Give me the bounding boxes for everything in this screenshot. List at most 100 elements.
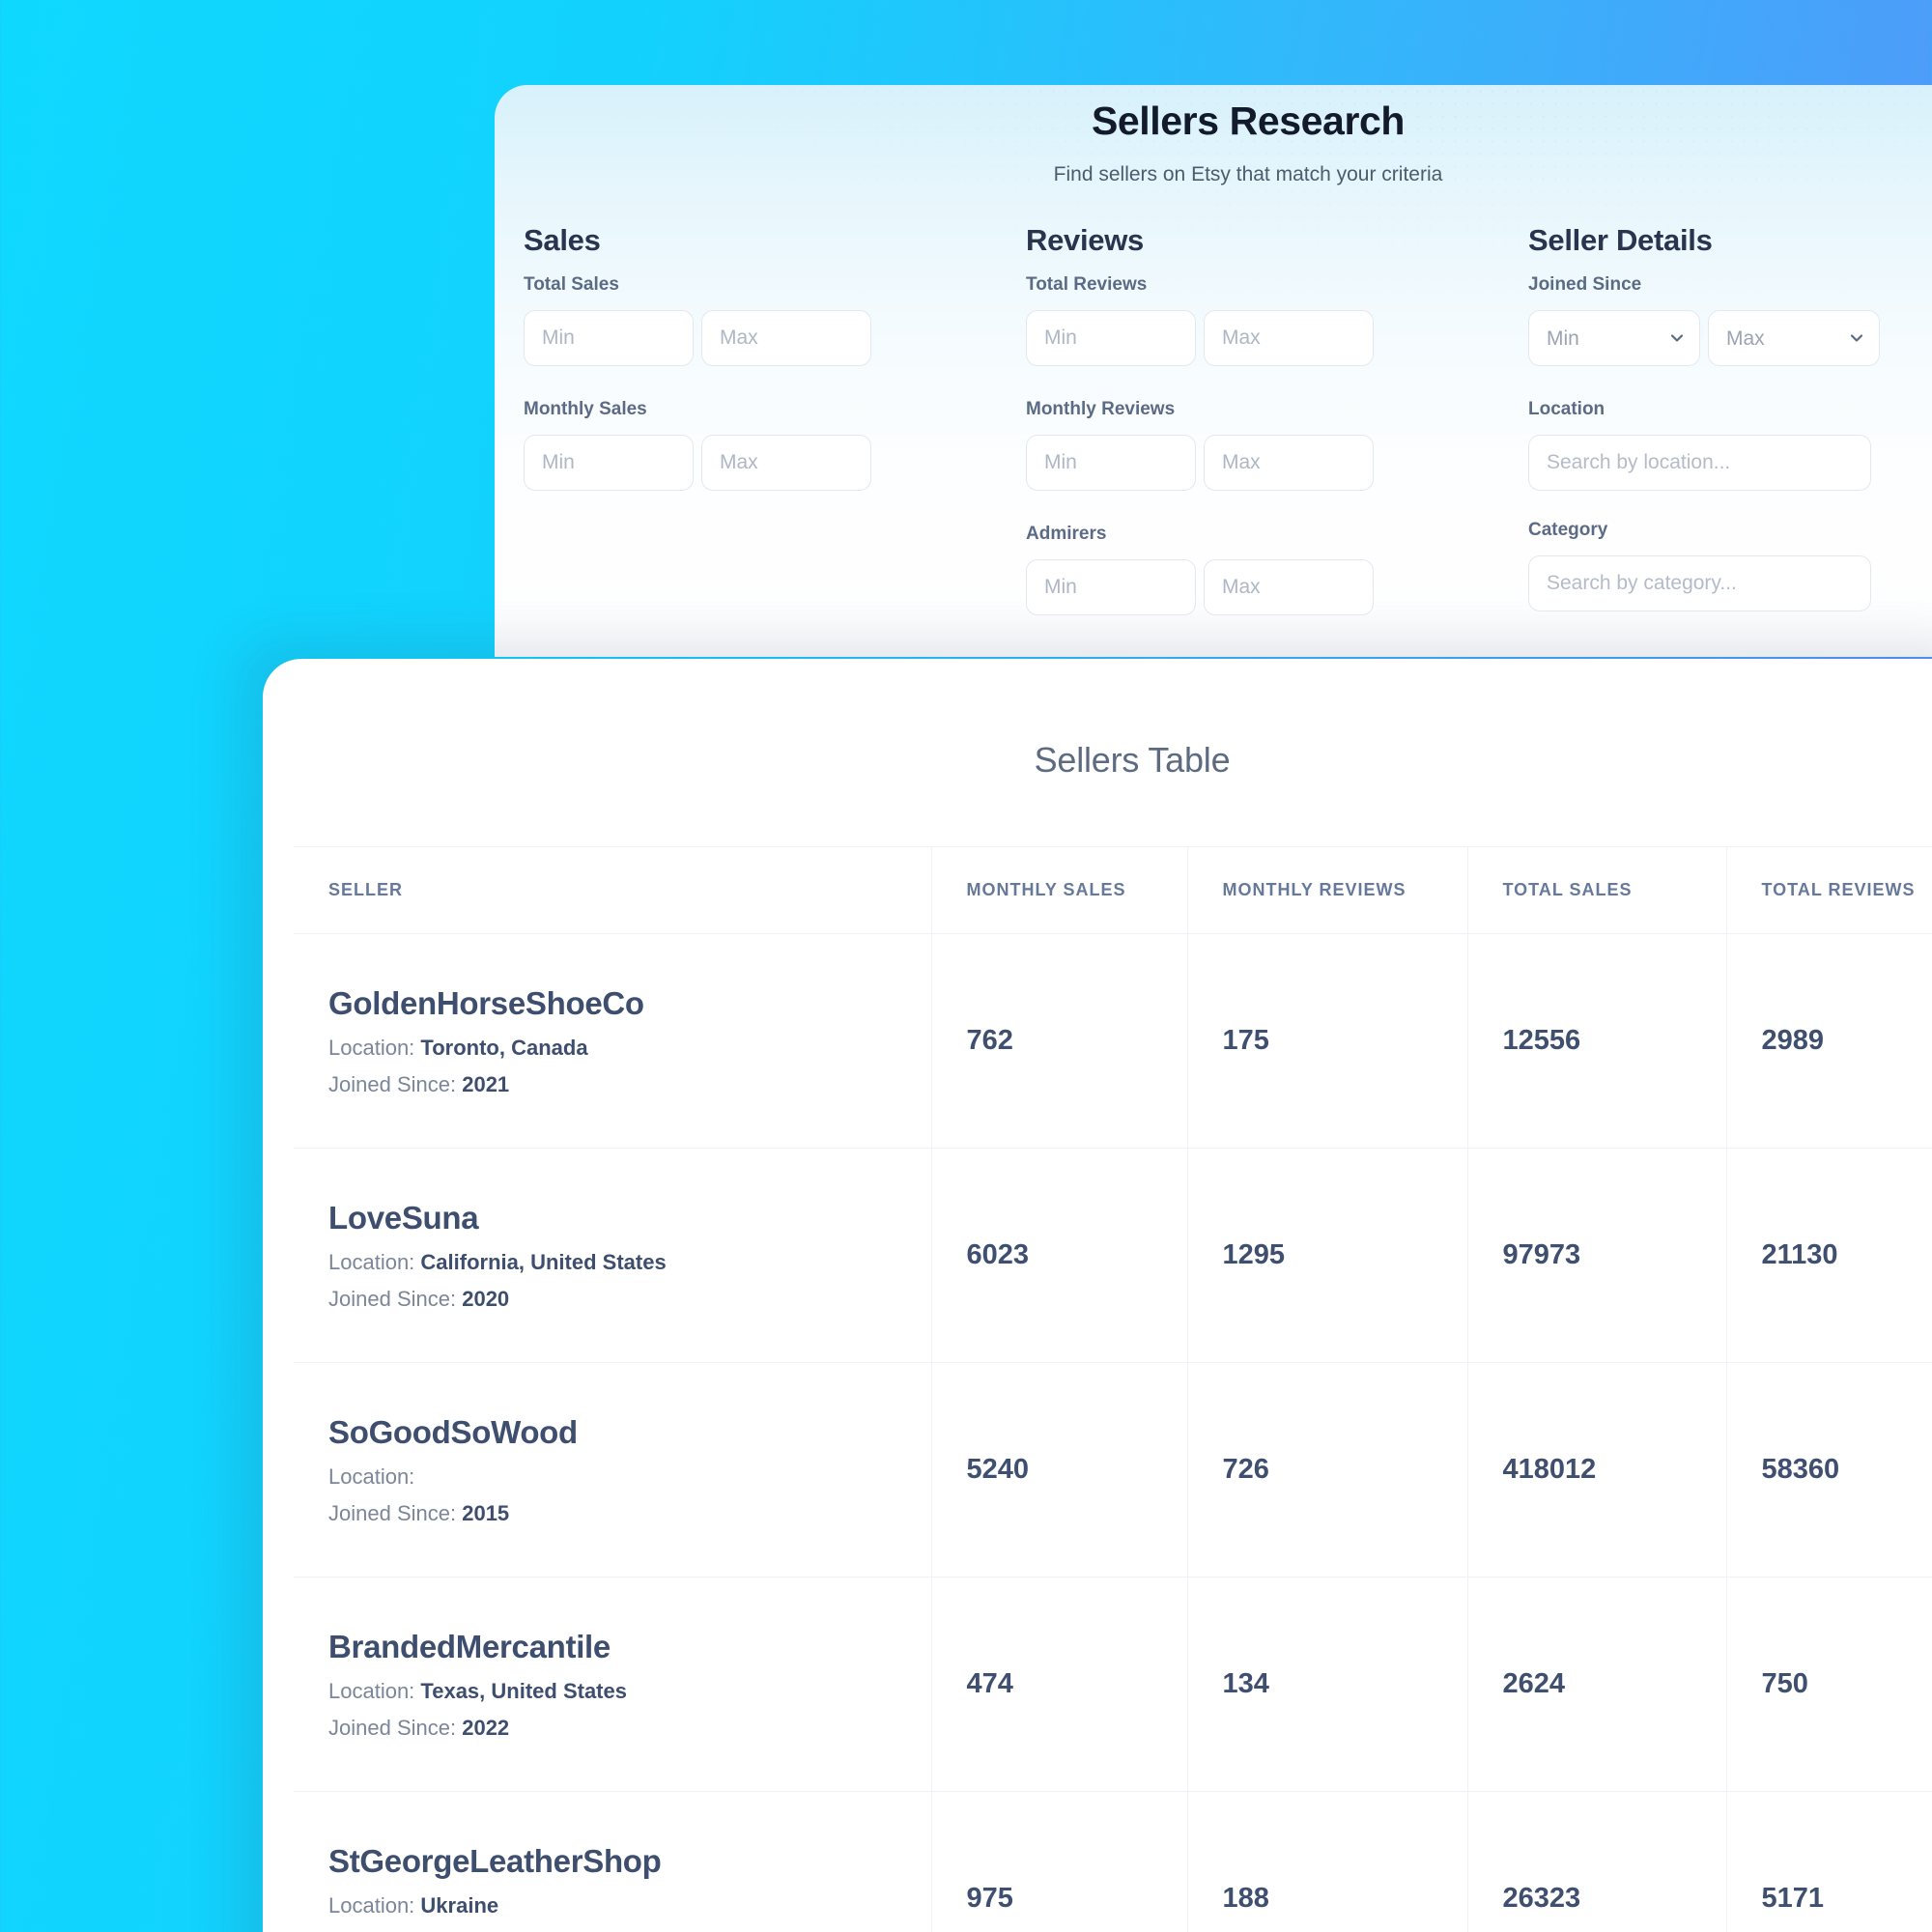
joined-since-max-select[interactable]: Max: [1708, 310, 1880, 366]
joined-since-min-select[interactable]: Min: [1528, 310, 1700, 366]
cell-monthly-reviews: 726: [1186, 1362, 1467, 1577]
column-header-monthly-reviews[interactable]: MONTHLY REVIEWS: [1186, 846, 1467, 934]
seller-location: Location: Ukraine: [328, 1893, 931, 1918]
joined-value: 2021: [462, 1071, 510, 1096]
joined-since-min-select-wrap: Min: [1528, 310, 1700, 366]
cell-seller: StGeorgeLeatherShop Location: Ukraine Jo…: [294, 1791, 931, 1932]
label-monthly-reviews: Monthly Reviews: [1026, 399, 1176, 419]
cell-monthly-reviews: 1295: [1186, 1148, 1467, 1363]
filter-field-category: Category: [1528, 520, 1932, 611]
joined-value: 2022: [462, 1715, 510, 1740]
location-value: California, United States: [420, 1249, 667, 1274]
sellers-table: SELLER MONTHLY SALES MONTHLY REVIEWS TOT…: [294, 846, 1932, 1932]
column-header-monthly-sales[interactable]: MONTHLY SALES: [930, 846, 1187, 934]
table-header: SELLER MONTHLY SALES MONTHLY REVIEWS TOT…: [294, 846, 1932, 934]
minmax-row-monthly-reviews: [1026, 435, 1528, 491]
seller-name: StGeorgeLeatherShop: [328, 1842, 662, 1879]
filter-field-admirers: Admirers: [1026, 524, 1528, 615]
monthly-reviews-min-input[interactable]: [1026, 435, 1196, 491]
filter-panel-card: Sellers Research Find sellers on Etsy th…: [495, 85, 1932, 657]
cell-monthly-reviews: 188: [1186, 1791, 1467, 1932]
seller-name: GoldenHorseShoeCo: [328, 984, 644, 1021]
seller-name: LoveSuna: [328, 1199, 479, 1236]
monthly-sales-max-input[interactable]: [701, 435, 871, 491]
joined-value: 2020: [462, 1286, 510, 1311]
table-row[interactable]: GoldenHorseShoeCo Location: Toronto, Can…: [294, 933, 1932, 1149]
filter-panel-header: Sellers Research Find sellers on Etsy th…: [495, 85, 1932, 186]
label-monthly-sales: Monthly Sales: [524, 399, 647, 419]
label-total-sales: Total Sales: [524, 274, 619, 295]
filters-grid: Sales Total Sales Monthly Sales Reviews: [495, 223, 1932, 648]
label-total-reviews: Total Reviews: [1026, 274, 1148, 295]
cell-total-sales: 2624: [1466, 1577, 1726, 1792]
page-title: Sellers Research: [1091, 99, 1406, 143]
seller-location: Location: California, United States: [328, 1250, 931, 1275]
seller-location: Location: Texas, United States: [328, 1679, 931, 1704]
page-subtitle: Find sellers on Etsy that match your cri…: [1053, 163, 1443, 185]
total-sales-min-input[interactable]: [524, 310, 694, 366]
location-value: Texas, United States: [420, 1678, 627, 1703]
column-header-seller[interactable]: SELLER: [294, 846, 931, 934]
table-row[interactable]: LoveSuna Location: California, United St…: [294, 1148, 1932, 1363]
cell-monthly-reviews: 134: [1186, 1577, 1467, 1792]
filter-column-sales: Sales Total Sales Monthly Sales: [524, 223, 1026, 648]
filter-field-monthly-reviews: Monthly Reviews: [1026, 399, 1528, 491]
seller-joined-since: Joined Since: 2021: [328, 1072, 931, 1097]
seller-name: SoGoodSoWood: [328, 1413, 578, 1450]
cell-total-sales: 418012: [1466, 1362, 1726, 1577]
filter-column-reviews: Reviews Total Reviews Monthly Reviews Ad…: [1026, 223, 1528, 648]
filter-group-title-seller-details: Seller Details: [1528, 223, 1713, 257]
joined-prefix-label: Joined Since:: [328, 1715, 457, 1740]
seller-joined-since: Joined Since: 2020: [328, 1287, 931, 1312]
minmax-row-total-sales: [524, 310, 1026, 366]
cell-seller: BrandedMercantile Location: Texas, Unite…: [294, 1577, 931, 1792]
filter-group-title-reviews: Reviews: [1026, 223, 1144, 257]
location-search-input[interactable]: [1528, 435, 1871, 491]
filter-field-joined-since: Joined Since Min Max: [1528, 274, 1932, 366]
seller-joined-since: Joined Since: 2022: [328, 1716, 931, 1741]
location-value: Ukraine: [420, 1892, 499, 1918]
cell-monthly-sales: 762: [930, 933, 1187, 1149]
cell-total-reviews: 58360: [1725, 1362, 1932, 1577]
location-prefix-label: Location:: [328, 1892, 415, 1918]
filter-field-total-sales: Total Sales: [524, 274, 1026, 366]
location-value: Toronto, Canada: [420, 1035, 588, 1060]
admirers-max-input[interactable]: [1204, 559, 1374, 615]
filter-field-location: Location: [1528, 399, 1932, 491]
seller-joined-since: Joined Since: 2015: [328, 1501, 931, 1526]
cell-monthly-sales: 6023: [930, 1148, 1187, 1363]
monthly-sales-min-input[interactable]: [524, 435, 694, 491]
cell-total-sales: 26323: [1466, 1791, 1726, 1932]
table-body: GoldenHorseShoeCo Location: Toronto, Can…: [294, 933, 1932, 1932]
filter-group-title-sales: Sales: [524, 223, 601, 257]
cell-total-sales: 97973: [1466, 1148, 1726, 1363]
monthly-reviews-max-input[interactable]: [1204, 435, 1374, 491]
total-sales-max-input[interactable]: [701, 310, 871, 366]
joined-prefix-label: Joined Since:: [328, 1286, 457, 1311]
table-row[interactable]: BrandedMercantile Location: Texas, Unite…: [294, 1577, 1932, 1792]
table-title: Sellers Table: [1034, 740, 1231, 780]
seller-name: BrandedMercantile: [328, 1628, 611, 1664]
joined-since-max-select-wrap: Max: [1708, 310, 1880, 366]
total-reviews-max-input[interactable]: [1204, 310, 1374, 366]
table-header-row: SELLER MONTHLY SALES MONTHLY REVIEWS TOT…: [294, 846, 1932, 934]
table-row[interactable]: StGeorgeLeatherShop Location: Ukraine Jo…: [294, 1791, 1932, 1932]
column-header-total-sales[interactable]: TOTAL SALES: [1466, 846, 1726, 934]
minmax-row-joined-since: Min Max: [1528, 310, 1932, 366]
cell-total-reviews: 750: [1725, 1577, 1932, 1792]
admirers-min-input[interactable]: [1026, 559, 1196, 615]
label-admirers: Admirers: [1026, 524, 1107, 544]
table-row[interactable]: SoGoodSoWood Location: Joined Since: 201…: [294, 1362, 1932, 1577]
category-search-input[interactable]: [1528, 555, 1871, 611]
cell-monthly-sales: 975: [930, 1791, 1187, 1932]
cell-total-sales: 12556: [1466, 933, 1726, 1149]
minmax-row-monthly-sales: [524, 435, 1026, 491]
joined-prefix-label: Joined Since:: [328, 1071, 457, 1096]
sellers-table-card: Sellers Table SELLER MONTHLY SALES MONTH…: [263, 659, 1932, 1932]
location-prefix-label: Location:: [328, 1463, 415, 1489]
total-reviews-min-input[interactable]: [1026, 310, 1196, 366]
cell-total-reviews: 21130: [1725, 1148, 1932, 1363]
filter-column-seller-details: Seller Details Joined Since Min Max Loca…: [1528, 223, 1932, 648]
seller-location: Location: Toronto, Canada: [328, 1036, 931, 1061]
column-header-total-reviews[interactable]: TOTAL REVIEWS: [1725, 846, 1932, 934]
